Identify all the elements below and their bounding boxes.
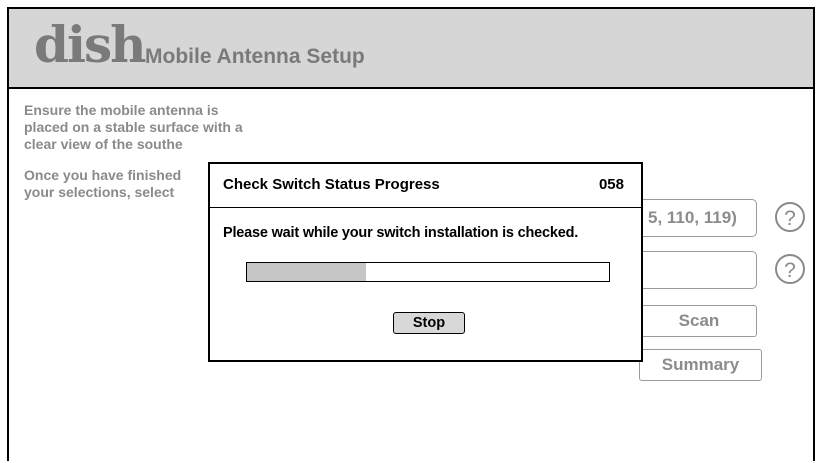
help-icon[interactable]: ? xyxy=(775,254,805,284)
summary-button[interactable]: Summary xyxy=(639,349,762,381)
instruction-line: Once you have finished xyxy=(24,167,182,183)
progress-fill xyxy=(247,263,367,281)
help-icon[interactable]: ? xyxy=(775,202,805,232)
progress-bar xyxy=(246,262,610,282)
instruction-line: placed on a stable surface with a xyxy=(24,119,243,135)
switch-field[interactable] xyxy=(627,251,757,289)
dialog-message: Please wait while your switch installati… xyxy=(223,225,579,241)
dialog-title: Check Switch Status Progress xyxy=(223,176,440,193)
scan-button[interactable]: Scan xyxy=(641,305,757,337)
stop-button[interactable]: Stop xyxy=(393,312,465,334)
instruction-line: clear view of the southe xyxy=(24,136,183,152)
page-title: Mobile Antenna Setup xyxy=(145,45,365,68)
dialog-code: 058 xyxy=(598,176,624,193)
satellites-field[interactable]: 5, 110, 119) xyxy=(627,199,757,237)
instruction-line: Ensure the mobile antenna is xyxy=(24,102,219,118)
instruction-line: your selections, select xyxy=(24,184,175,200)
header-bar: dish Mobile Antenna Setup xyxy=(9,9,813,89)
dish-logo: dish xyxy=(34,15,146,74)
progress-dialog: Check Switch Status Progress 058 Please … xyxy=(208,162,643,362)
dialog-header: Check Switch Status Progress 058 xyxy=(210,164,641,208)
